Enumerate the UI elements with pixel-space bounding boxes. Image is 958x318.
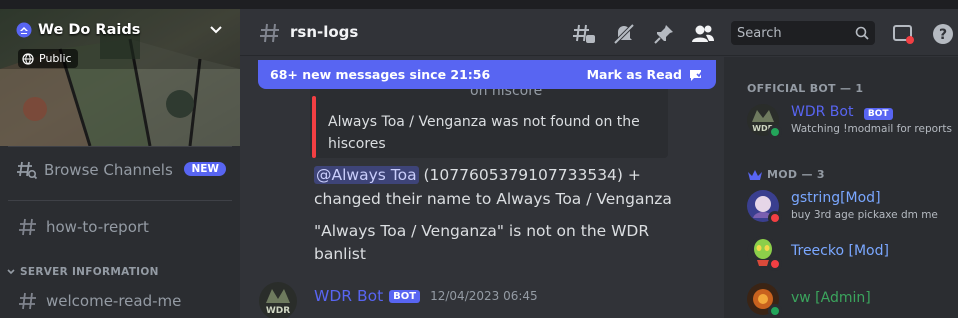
- status-dnd-icon: [768, 257, 782, 271]
- member-item-vw[interactable]: vw [Admin]: [747, 281, 957, 318]
- server-header[interactable]: We Do Raids: [16, 22, 140, 38]
- mark-as-read-label: Mark as Read: [586, 67, 682, 82]
- member-status: Watching !modmail for reports: [791, 123, 952, 135]
- member-name-text: WDR Bot: [791, 104, 854, 120]
- channel-sidebar: We Do Raids Public Browse Channels NEW h…: [0, 9, 240, 318]
- user-mention[interactable]: @Always Toa: [314, 166, 419, 184]
- member-name: vw [Admin]: [791, 290, 871, 306]
- message-header: WDR WDR Bot BOT 12/04/2023 06:45: [258, 282, 538, 318]
- message-timestamp: 12/04/2023 06:45: [430, 289, 538, 303]
- svg-text:WDR: WDR: [266, 306, 290, 316]
- browse-channels-icon: [17, 161, 38, 180]
- status-dnd-icon: [768, 211, 782, 225]
- message-author[interactable]: WDR Bot: [314, 287, 383, 305]
- mute-bell-icon[interactable]: [612, 22, 636, 46]
- hashtag-icon: [260, 23, 279, 43]
- member-category-official-bot: OFFICIAL BOT — 1: [747, 82, 864, 95]
- member-status: buy 3rd age pickaxe dm me: [791, 209, 938, 221]
- browse-channels-item[interactable]: Browse Channels NEW: [8, 155, 236, 185]
- message-line: banlist: [314, 245, 366, 263]
- search-input[interactable]: [737, 21, 847, 45]
- channel-label: how-to-report: [46, 218, 149, 236]
- globe-icon: [22, 52, 34, 65]
- mark-as-read-button[interactable]: Mark as Read: [587, 67, 704, 83]
- member-item-treecko[interactable]: Treecko [Mod]: [747, 234, 957, 276]
- message-line: "Always Toa / Venganza" is not on the WD…: [314, 222, 650, 240]
- message-line: changed their name to Always Toa / Venga…: [314, 190, 672, 208]
- search-box[interactable]: [731, 21, 875, 45]
- member-category-label: MOD — 3: [767, 168, 825, 181]
- avatar[interactable]: WDR: [258, 281, 298, 318]
- window-title-strip: [0, 0, 958, 9]
- hashtag-icon: [19, 292, 36, 310]
- public-badge: Public: [18, 49, 78, 68]
- channel-how-to-report[interactable]: how-to-report: [8, 212, 236, 242]
- category-label: SERVER INFORMATION: [20, 266, 159, 278]
- public-label: Public: [39, 52, 72, 65]
- chevron-down-icon: [7, 269, 15, 275]
- member-name: gstring[Mod]: [791, 190, 881, 206]
- avatar: [747, 236, 782, 271]
- bot-tag: BOT: [863, 108, 893, 120]
- boost-badge-icon: [16, 22, 32, 38]
- hashtag-icon: [19, 218, 36, 236]
- server-name: We Do Raids: [38, 22, 141, 38]
- member-name: Treecko [Mod]: [791, 243, 889, 259]
- avatar: [747, 190, 782, 225]
- channel-header: rsn-logs ?: [240, 9, 958, 56]
- channel-welcome-read-me[interactable]: welcome-read-me: [8, 286, 236, 316]
- avatar: [747, 283, 782, 318]
- message-list: on hiscore Always Toa / Venganza was not…: [240, 57, 724, 318]
- new-messages-text: 68+ new messages since 21:56: [270, 67, 491, 82]
- member-item-gstring[interactable]: gstring[Mod] buy 3rd age pickaxe dm me: [747, 188, 957, 230]
- member-list-icon[interactable]: [690, 22, 716, 46]
- member-item-wdr-bot[interactable]: WDR WDR Bot BOT Watching !modmail for re…: [747, 102, 957, 144]
- pin-icon[interactable]: [652, 22, 676, 46]
- status-online-icon: [768, 125, 782, 139]
- avatar: WDR: [747, 104, 782, 139]
- status-online-icon: [768, 304, 782, 318]
- search-icon: [855, 26, 869, 40]
- svg-text:?: ?: [939, 27, 947, 43]
- help-icon[interactable]: ?: [931, 22, 955, 46]
- message-line: @Always Toa (1077605379107733534) +: [314, 164, 714, 187]
- member-list: OFFICIAL BOT — 1 WDR WDR Bot BOT Watchin…: [724, 57, 958, 318]
- channel-name: rsn-logs: [290, 23, 359, 41]
- chevron-down-icon[interactable]: [209, 25, 223, 35]
- category-server-information[interactable]: SERVER INFORMATION: [6, 266, 159, 278]
- threads-icon[interactable]: [572, 22, 596, 46]
- bot-tag: BOT: [389, 289, 421, 303]
- browse-channels-label: Browse Channels: [44, 161, 173, 179]
- crown-icon: [748, 169, 762, 180]
- inbox-icon[interactable]: [891, 22, 915, 46]
- embed-description: Always Toa / Venganza was not found on t…: [328, 114, 640, 152]
- embed-accent-bar: [312, 96, 316, 158]
- channel-label: welcome-read-me: [46, 292, 182, 310]
- mark-read-icon: [690, 69, 704, 81]
- divider: [8, 200, 232, 201]
- new-badge: NEW: [184, 162, 226, 176]
- member-name: WDR Bot BOT: [791, 104, 893, 120]
- new-messages-bar[interactable]: 68+ new messages since 21:56 Mark as Rea…: [258, 60, 716, 89]
- member-category-mod: MOD — 3: [747, 168, 825, 181]
- message-text: (1077605379107733534) +: [418, 166, 641, 184]
- divider: [8, 146, 232, 147]
